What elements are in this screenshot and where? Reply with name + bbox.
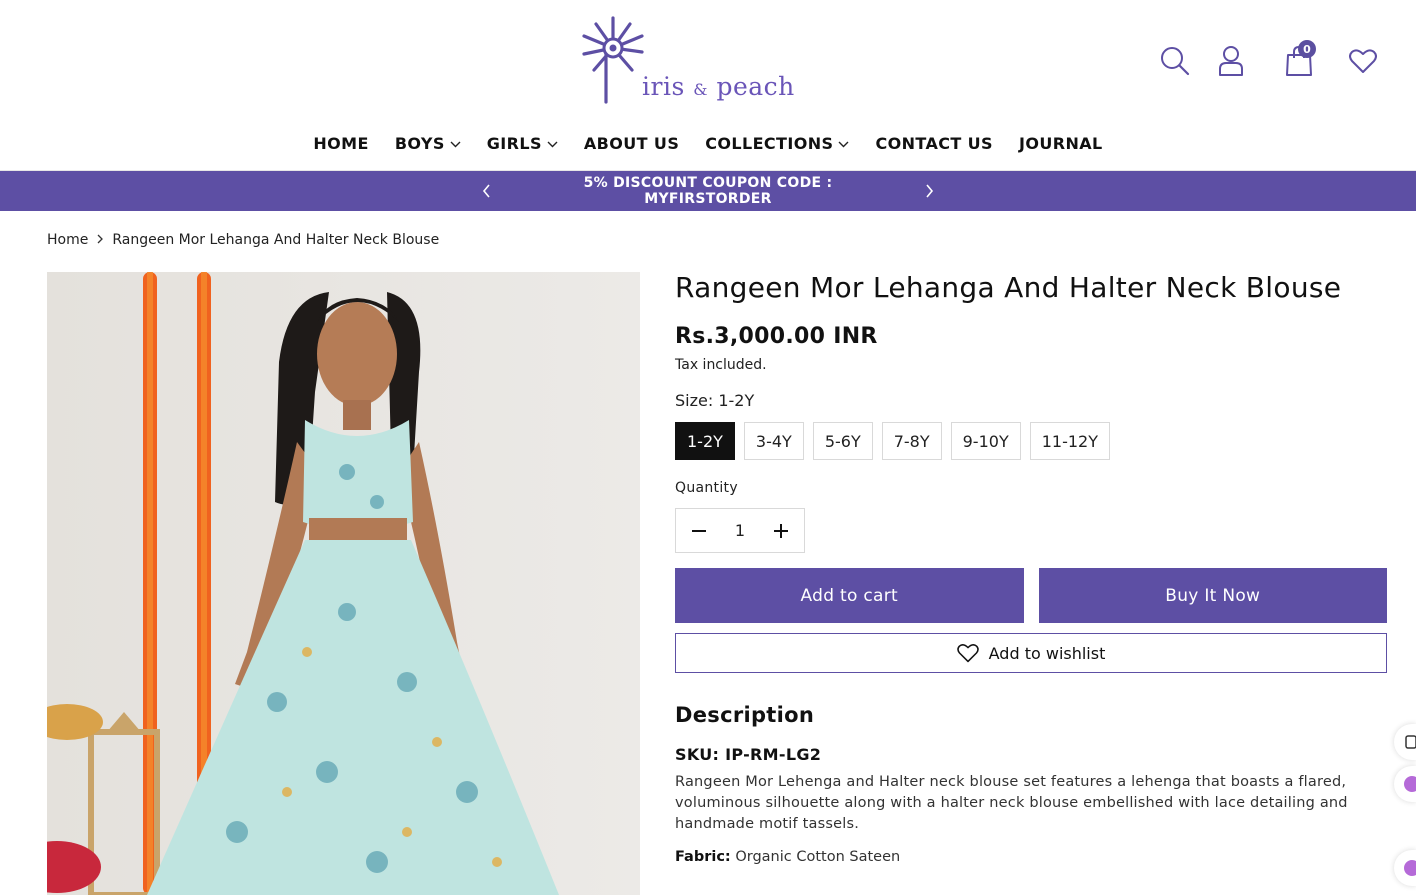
product-price: Rs.3,000.00 INR xyxy=(675,324,878,349)
quantity-input[interactable] xyxy=(720,521,760,540)
product-image[interactable] xyxy=(47,272,640,895)
nav-label: BOYS xyxy=(394,134,445,153)
nav-item-contact-us[interactable]: CONTACT US xyxy=(875,134,993,153)
main-nav: HOME BOYS GIRLS ABOUT US COLLECTIONS CON… xyxy=(0,134,1416,153)
nav-item-girls[interactable]: GIRLS xyxy=(487,134,558,153)
add-to-cart-button[interactable]: Add to cart xyxy=(675,568,1024,623)
nav-item-boys[interactable]: BOYS xyxy=(395,134,461,153)
nav-label: COLLECTIONS xyxy=(705,134,834,153)
description-heading: Description xyxy=(675,703,815,727)
size-option-5-6y[interactable]: 5-6Y xyxy=(812,422,873,460)
chat-icon xyxy=(1405,735,1416,749)
site-header: iris & peach 0 HOME BOYS GIRLS ABOUT US … xyxy=(0,0,1416,171)
product-sku: SKU: IP-RM-LG2 xyxy=(675,745,822,764)
chevron-down-icon xyxy=(450,141,461,147)
chevron-right-icon xyxy=(926,184,934,198)
nav-label: HOME xyxy=(313,134,369,153)
tax-note: Tax included. xyxy=(675,357,767,373)
add-to-wishlist-button[interactable]: Add to wishlist xyxy=(675,633,1387,673)
cart-count-badge: 0 xyxy=(1298,40,1316,58)
nav-item-collections[interactable]: COLLECTIONS xyxy=(705,134,849,153)
quantity-label: Quantity xyxy=(675,480,738,496)
chevron-left-icon xyxy=(482,184,490,198)
minus-icon xyxy=(692,529,706,532)
quantity-increase-button[interactable] xyxy=(770,520,792,542)
size-options: 1-2Y 3-4Y 5-6Y 7-8Y 9-10Y 11-12Y xyxy=(675,422,1387,460)
logo-ampersand: & xyxy=(693,80,708,99)
size-option-1-2y[interactable]: 1-2Y xyxy=(675,422,735,460)
header-icons: 0 xyxy=(1158,40,1380,78)
gift-icon xyxy=(1404,776,1416,792)
floating-chat-widget[interactable] xyxy=(1394,724,1416,760)
breadcrumb-current: Rangeen Mor Lehanga And Halter Neck Blou… xyxy=(112,232,440,248)
announcement-prev-button[interactable] xyxy=(477,181,497,201)
announcement-bar: 5% DISCOUNT COUPON CODE : MYFIRSTORDER xyxy=(0,171,1416,211)
nav-label: ABOUT US xyxy=(583,134,680,153)
purchase-buttons: Add to cart Buy It Now xyxy=(675,568,1387,623)
nav-label: GIRLS xyxy=(486,134,542,153)
fabric-label: Fabric: xyxy=(675,849,731,865)
logo-wordmark: iris & peach xyxy=(642,72,795,101)
support-icon xyxy=(1404,860,1416,876)
size-option-3-4y[interactable]: 3-4Y xyxy=(743,422,804,460)
plus-icon xyxy=(774,523,788,538)
chevron-down-icon xyxy=(547,141,558,147)
quantity-decrease-button[interactable] xyxy=(688,520,710,542)
account-icon[interactable] xyxy=(1214,44,1248,78)
nav-item-about-us[interactable]: ABOUT US xyxy=(584,134,679,153)
fabric-value: Organic Cotton Sateen xyxy=(735,849,901,865)
product-photo xyxy=(47,272,640,895)
chevron-down-icon xyxy=(838,141,849,147)
buy-it-now-button[interactable]: Buy It Now xyxy=(1038,568,1387,623)
search-icon[interactable] xyxy=(1158,44,1192,78)
announcement-text: 5% DISCOUNT COUPON CODE : MYFIRSTORDER xyxy=(583,175,833,207)
fabric-info: Fabric: Organic Cotton Sateen xyxy=(675,849,1387,865)
announcement-next-button[interactable] xyxy=(919,181,939,201)
size-option-11-12y[interactable]: 11-12Y xyxy=(1029,422,1110,460)
nav-label: JOURNAL xyxy=(1018,134,1103,153)
brand-logo[interactable]: iris & peach xyxy=(580,14,794,110)
product-info: Rangeen Mor Lehanga And Halter Neck Blou… xyxy=(675,270,1387,865)
size-label: Size: 1-2Y xyxy=(675,391,755,410)
breadcrumb-separator-icon xyxy=(96,233,104,247)
nav-item-home[interactable]: HOME xyxy=(313,134,368,153)
logo-word-iris: iris xyxy=(642,72,685,101)
floating-support-widget[interactable] xyxy=(1394,850,1416,886)
breadcrumb-home-link[interactable]: Home xyxy=(47,232,88,248)
flower-logo-icon xyxy=(582,16,644,104)
heart-icon xyxy=(956,644,979,663)
logo-word-peach: peach xyxy=(716,72,795,101)
add-to-wishlist-label: Add to wishlist xyxy=(988,643,1106,663)
quantity-stepper xyxy=(675,508,805,553)
floating-rewards-widget[interactable] xyxy=(1394,766,1416,802)
size-option-9-10y[interactable]: 9-10Y xyxy=(950,422,1021,460)
wishlist-icon[interactable] xyxy=(1346,44,1380,78)
breadcrumb: Home Rangeen Mor Lehanga And Halter Neck… xyxy=(47,232,439,248)
product-title: Rangeen Mor Lehanga And Halter Neck Blou… xyxy=(675,271,1342,304)
cart-icon[interactable]: 0 xyxy=(1282,40,1316,78)
nav-label: CONTACT US xyxy=(875,134,993,153)
nav-item-journal[interactable]: JOURNAL xyxy=(1019,134,1103,153)
product-description: Rangeen Mor Lehenga and Halter neck blou… xyxy=(675,774,1348,832)
size-option-7-8y[interactable]: 7-8Y xyxy=(881,422,942,460)
